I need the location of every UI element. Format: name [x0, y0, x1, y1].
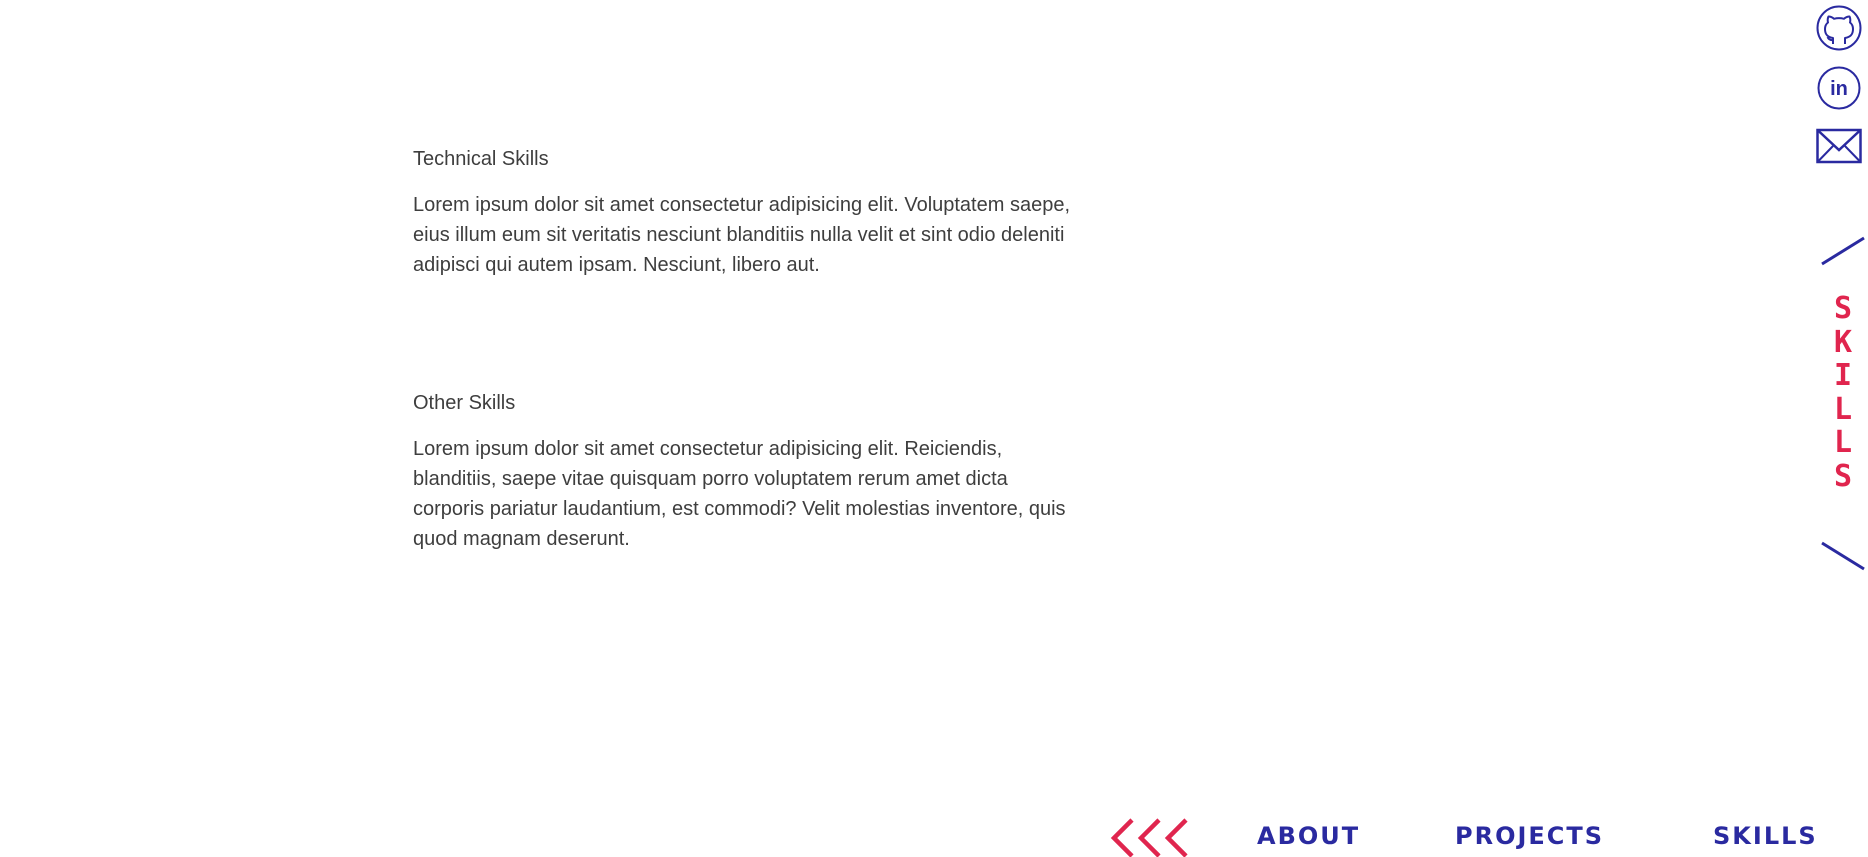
mail-icon: [1816, 128, 1862, 164]
bottom-nav: About Projects Skills: [0, 800, 1868, 857]
title-slash-top-icon: [1821, 236, 1865, 266]
linkedin-label: in: [1830, 78, 1848, 100]
technical-skills-title: Technical Skills: [413, 148, 549, 170]
side-title-letter: K: [1833, 324, 1853, 360]
linkedin-icon: in: [1817, 66, 1861, 110]
side-title-letter: S: [1833, 291, 1853, 326]
email-link[interactable]: [1816, 128, 1862, 164]
side-section-title: S K I L L S: [1826, 292, 1860, 493]
technical-skills-section: Technical Skills Lorem ipsum dolor sit a…: [413, 146, 1073, 280]
back-button[interactable]: [1110, 818, 1196, 857]
nav-about[interactable]: About: [1257, 822, 1360, 850]
other-skills-text: Lorem ipsum dolor sit amet consectetur a…: [413, 438, 1066, 550]
side-title-letter: I: [1833, 358, 1853, 393]
side-title-letter: S: [1833, 458, 1853, 494]
side-title-letter: L: [1833, 425, 1853, 460]
technical-skills-text: Lorem ipsum dolor sit amet consectetur a…: [413, 194, 1071, 276]
skills-page: Technical Skills Lorem ipsum dolor sit a…: [0, 0, 1868, 857]
github-link[interactable]: [1816, 4, 1862, 52]
nav-skills[interactable]: Skills: [1713, 822, 1818, 850]
other-skills-title: Other Skills: [413, 392, 516, 414]
side-title-letter: L: [1833, 391, 1853, 427]
nav-projects[interactable]: Projects: [1455, 822, 1604, 850]
triple-chevron-left-icon: [1110, 818, 1188, 857]
other-skills-section: Other Skills Lorem ipsum dolor sit amet …: [413, 390, 1073, 554]
title-slash-bottom-icon: [1821, 541, 1865, 571]
linkedin-link[interactable]: in: [1816, 65, 1862, 111]
github-icon: [1816, 5, 1862, 51]
